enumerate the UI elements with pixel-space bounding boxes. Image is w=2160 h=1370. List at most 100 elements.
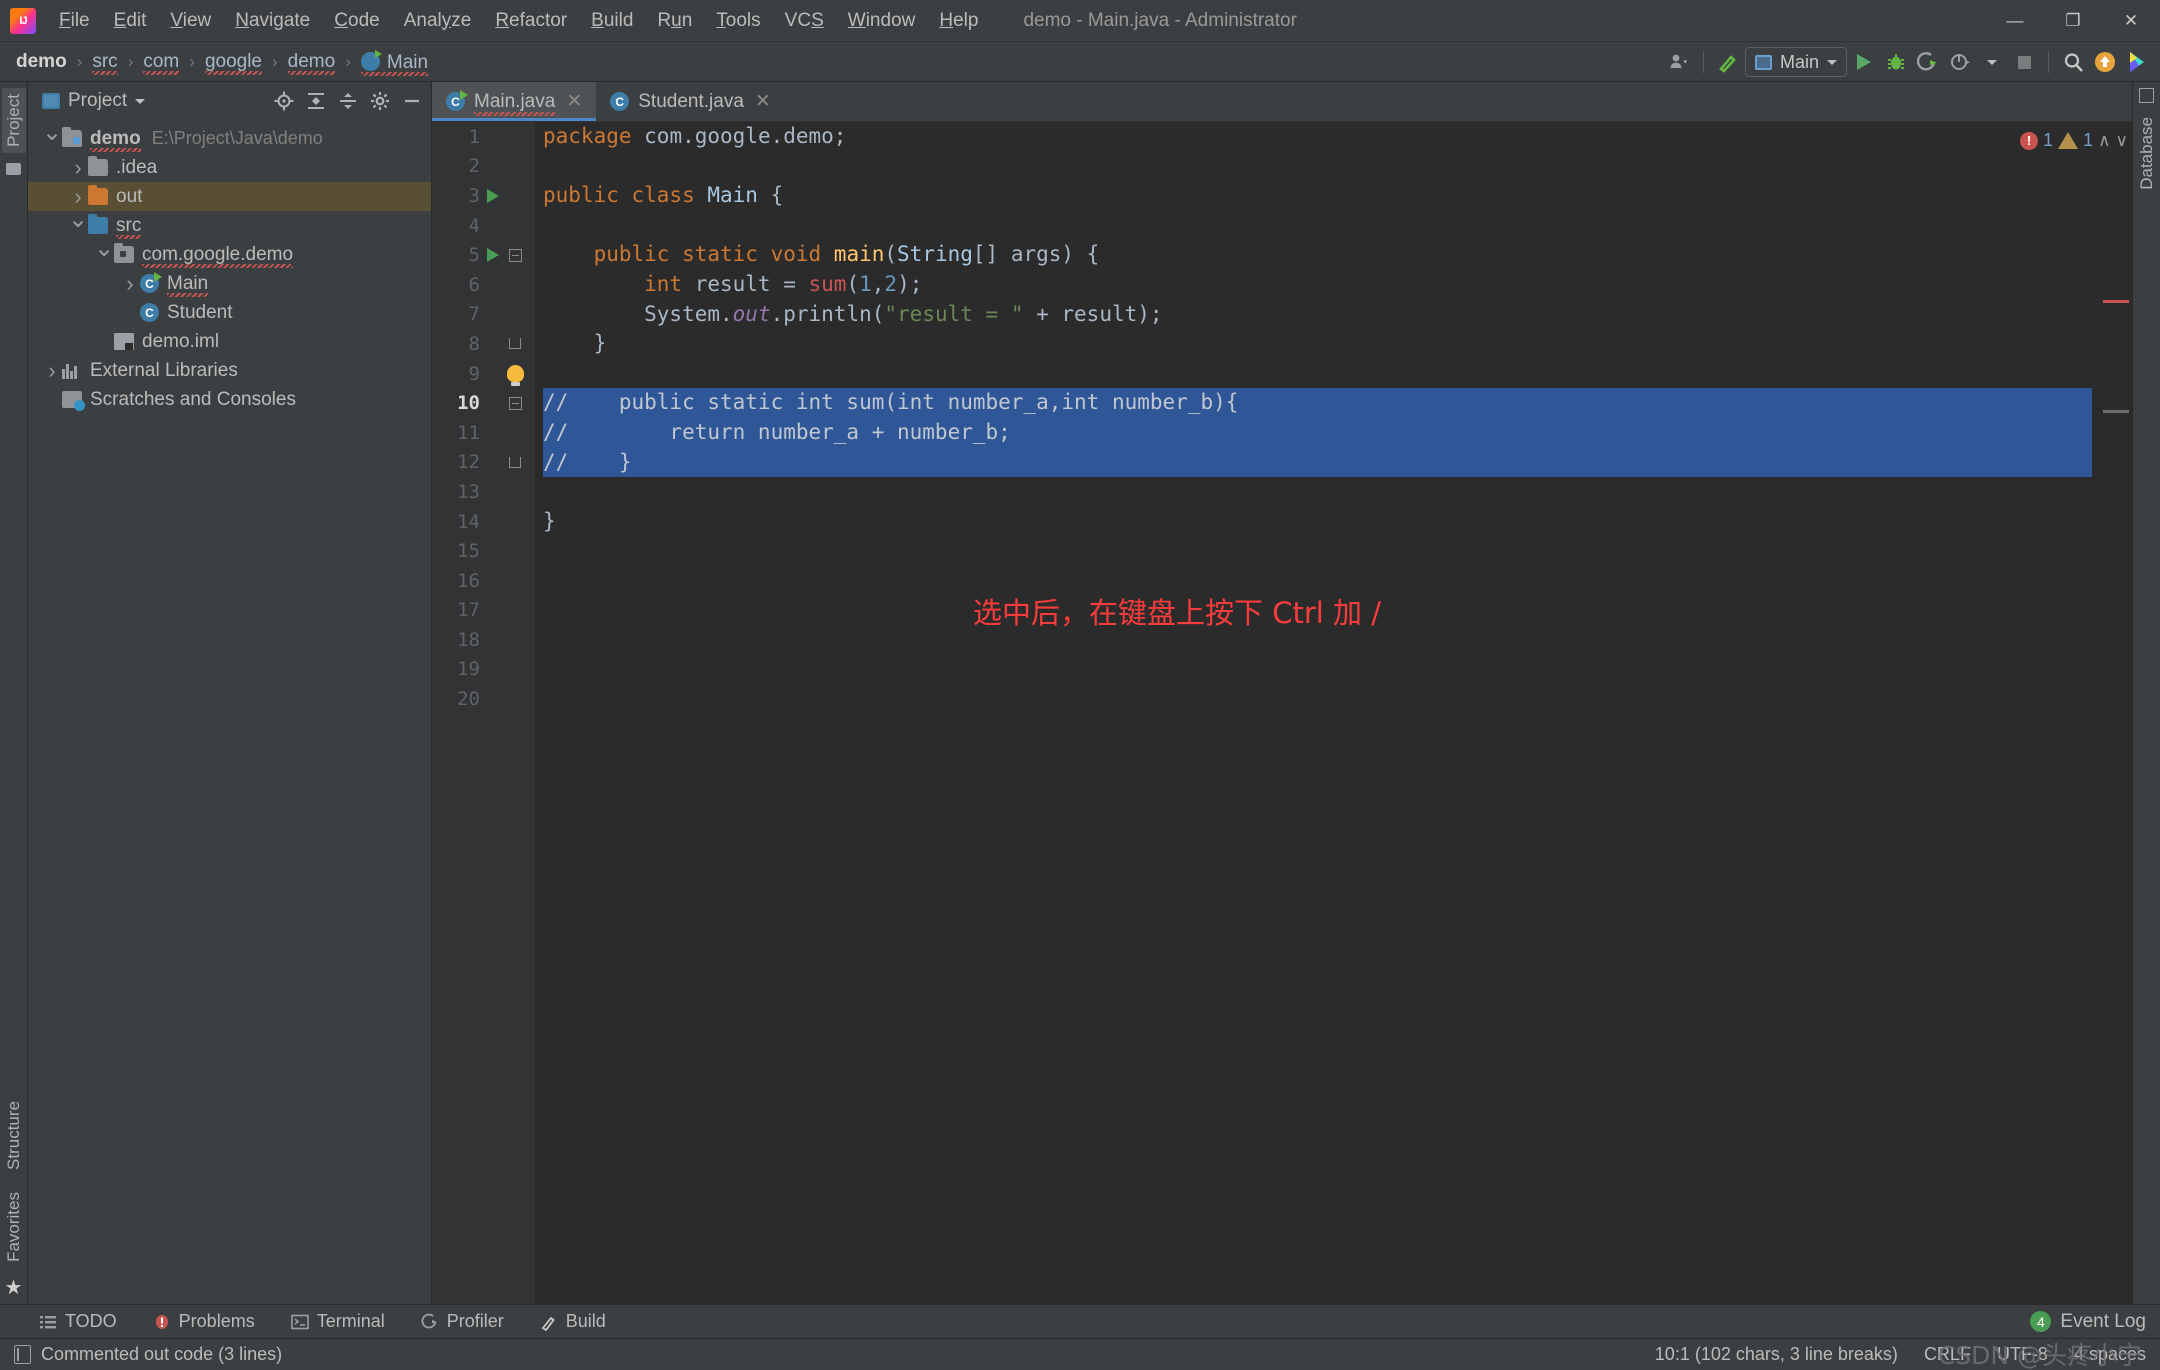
expand-all-icon[interactable] <box>303 88 329 114</box>
menu-window[interactable]: Window <box>837 5 927 37</box>
code-line[interactable] <box>543 477 2092 507</box>
code-line[interactable]: // public static int sum(int number_a,in… <box>543 388 2092 418</box>
gutter-line[interactable]: 19 <box>432 655 535 685</box>
next-problem-icon[interactable]: ∨ <box>2116 131 2128 151</box>
code-line[interactable]: System.out.println("result = " + result)… <box>543 300 2092 330</box>
breadcrumb-item-demo[interactable]: demo <box>284 49 340 75</box>
code-line[interactable]: } <box>543 329 2092 359</box>
fold-marker[interactable] <box>504 248 526 262</box>
menu-run[interactable]: Run <box>646 5 703 37</box>
code-line[interactable] <box>543 359 2092 389</box>
code-line[interactable] <box>543 536 2092 566</box>
gutter-line[interactable]: 16 <box>432 566 535 596</box>
gutter-line[interactable]: 5 <box>432 240 535 270</box>
editor-markers-strip[interactable]: 1 1 ∧ ∨ <box>2020 122 2132 1304</box>
tree-node--idea[interactable]: .idea <box>28 153 431 182</box>
maximize-button[interactable]: ❐ <box>2044 0 2102 42</box>
collapse-all-icon[interactable] <box>335 88 361 114</box>
code-line[interactable]: int result = sum(1,2); <box>543 270 2092 300</box>
gutter-line[interactable]: 2 <box>432 152 535 182</box>
code-line[interactable] <box>543 684 2092 714</box>
fold-marker[interactable] <box>504 365 526 387</box>
code-line[interactable]: public class Main { <box>543 181 2092 211</box>
gutter-line[interactable]: 4 <box>432 211 535 241</box>
chevron-down-icon[interactable] <box>42 130 62 148</box>
run-gutter-icon[interactable] <box>482 188 504 203</box>
chevron-right-icon[interactable] <box>42 360 62 382</box>
bottom-tab-profiler[interactable]: Profiler <box>416 1308 509 1335</box>
bottom-tab-problems[interactable]: Problems <box>148 1308 260 1335</box>
bottom-tab-terminal[interactable]: Terminal <box>286 1308 390 1335</box>
gutter-line[interactable]: 6 <box>432 270 535 300</box>
tree-node-out[interactable]: out <box>28 182 431 211</box>
gutter-line[interactable]: 12 <box>432 448 535 478</box>
editor-tab-main-java[interactable]: C Main.java ✕ <box>432 82 597 121</box>
run-button[interactable] <box>1849 47 1879 77</box>
fold-marker[interactable] <box>504 396 526 410</box>
menu-vcs[interactable]: VCS <box>774 5 835 37</box>
breadcrumb-item-Main[interactable]: Main <box>357 47 432 76</box>
close-tab-icon[interactable]: ✕ <box>755 90 771 113</box>
menu-code[interactable]: Code <box>323 5 390 37</box>
fold-marker[interactable] <box>504 456 526 468</box>
code-line[interactable] <box>543 655 2092 685</box>
settings-gear-icon[interactable] <box>367 88 393 114</box>
hide-panel-icon[interactable] <box>399 88 425 114</box>
event-log-button[interactable]: 4 Event Log <box>2030 1311 2146 1333</box>
stop-button[interactable] <box>2009 47 2039 77</box>
update-project-icon[interactable] <box>2090 47 2120 77</box>
locate-icon[interactable] <box>271 88 297 114</box>
breadcrumb-item-demo[interactable]: demo <box>12 49 71 75</box>
sidebar-tab-favorites[interactable]: Favorites <box>2 1186 26 1268</box>
code-editor[interactable]: 1 2 3 4 5 6 7 8 9 10 11 12 13 14 15 16 17 18 19 20 package … <box>432 122 2132 1304</box>
chevron-down-icon[interactable] <box>94 246 114 264</box>
gutter-line[interactable]: 10 <box>432 388 535 418</box>
gutter-line[interactable]: 7 <box>432 300 535 330</box>
gutter-line[interactable]: 14 <box>432 507 535 537</box>
line-separator[interactable]: CRLF <box>1924 1344 1971 1365</box>
user-settings-icon[interactable] <box>1664 47 1694 77</box>
indent-setting[interactable]: 4 spaces <box>2074 1344 2146 1365</box>
tree-node-student[interactable]: C Student <box>28 298 431 327</box>
gutter-line[interactable]: 17 <box>432 596 535 626</box>
tree-node-src[interactable]: src <box>28 211 431 240</box>
gutter-line[interactable]: 15 <box>432 536 535 566</box>
code-line[interactable] <box>543 211 2092 241</box>
tree-node-com-google-demo[interactable]: com.google.demo <box>28 240 431 269</box>
code-line[interactable]: public static void main(String[] args) { <box>543 240 2092 270</box>
editor-gutter[interactable]: 1 2 3 4 5 6 7 8 9 10 11 12 13 14 15 16 17 18 19 20 <box>432 122 535 1304</box>
profiler-dropdown-icon[interactable] <box>1977 47 2007 77</box>
tree-node-external-libraries[interactable]: External Libraries <box>28 356 431 385</box>
breadcrumb-item-google[interactable]: google <box>201 49 266 75</box>
search-everywhere-icon[interactable] <box>2058 47 2088 77</box>
previous-problem-icon[interactable]: ∧ <box>2098 131 2110 151</box>
breadcrumb-item-com[interactable]: com <box>139 49 183 75</box>
menu-tools[interactable]: Tools <box>705 5 771 37</box>
menu-file[interactable]: File <box>48 5 101 37</box>
code-line[interactable]: // return number_a + number_b; <box>543 417 2092 448</box>
close-tab-icon[interactable]: ✕ <box>566 90 582 113</box>
code-line[interactable]: // } <box>543 447 2092 478</box>
bottom-tab-todo[interactable]: TODO <box>34 1308 122 1335</box>
tree-node-main[interactable]: CMain <box>28 269 431 298</box>
error-marker[interactable] <box>2103 300 2129 303</box>
code-line[interactable]: package com.google.demo; <box>543 122 2092 152</box>
code-line[interactable]: } <box>543 507 2092 537</box>
tree-node-scratches-and-consoles[interactable]: Scratches and Consoles <box>28 385 431 414</box>
selection-marker[interactable] <box>2103 410 2129 413</box>
gutter-line[interactable]: 13 <box>432 477 535 507</box>
fold-marker[interactable] <box>504 338 526 350</box>
caret-position[interactable]: 10:1 (102 chars, 3 line breaks) <box>1655 1344 1898 1365</box>
menu-refactor[interactable]: Refactor <box>484 5 578 37</box>
gutter-line[interactable]: 3 <box>432 181 535 211</box>
menu-navigate[interactable]: Navigate <box>224 5 321 37</box>
chevron-right-icon[interactable] <box>68 186 88 208</box>
code-line[interactable] <box>543 152 2092 182</box>
sidebar-tab-database[interactable]: Database <box>2135 111 2159 196</box>
editor-tab-student-java[interactable]: C Student.java ✕ <box>596 82 785 121</box>
breadcrumb-item-src[interactable]: src <box>88 49 121 75</box>
bottom-tab-build[interactable]: Build <box>535 1308 611 1335</box>
menu-analyze[interactable]: Analyze <box>393 5 483 37</box>
chevron-down-icon[interactable] <box>68 217 88 235</box>
build-hammer-icon[interactable] <box>1713 47 1743 77</box>
